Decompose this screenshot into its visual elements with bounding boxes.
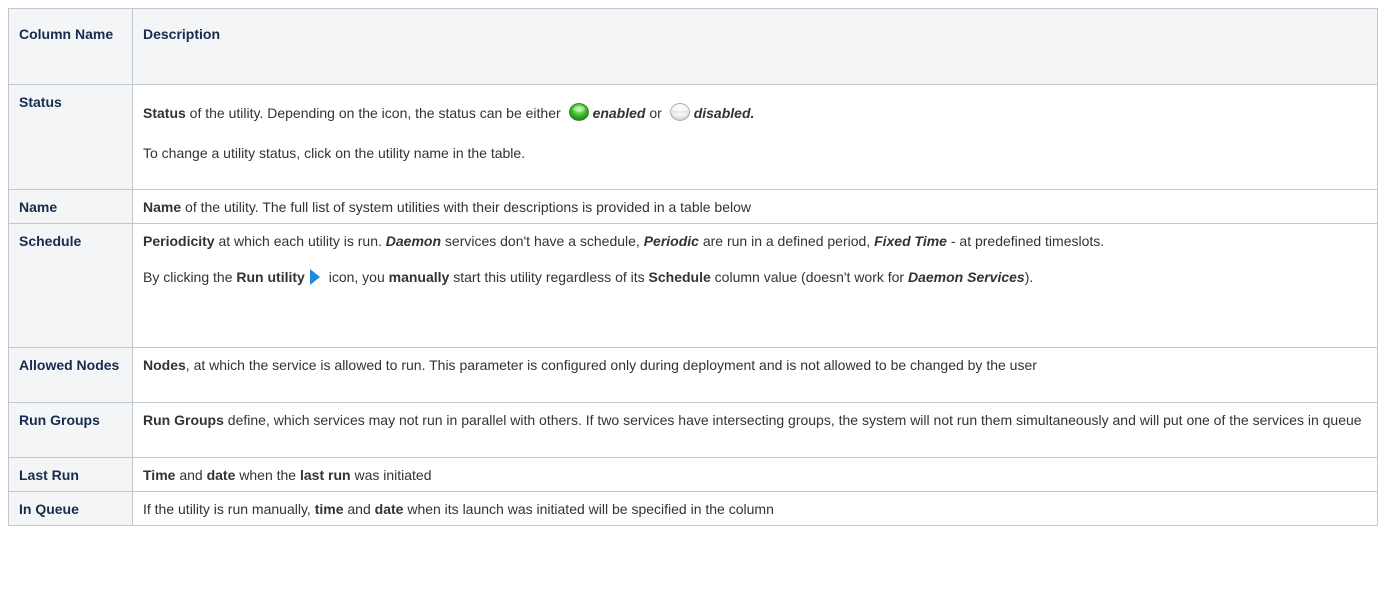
gray-dot-icon bbox=[669, 102, 690, 127]
table-row-allowed-nodes: Allowed Nodes Nodes, at which the servic… bbox=[8, 347, 1378, 403]
table-row-schedule: Schedule Periodicity at which each utili… bbox=[8, 223, 1378, 348]
enabled-label: enabled bbox=[592, 105, 646, 121]
table-header-row: Column Name Description bbox=[8, 8, 1378, 85]
disabled-label: disabled. bbox=[693, 105, 755, 121]
row-name-status: Status bbox=[8, 84, 133, 190]
play-icon bbox=[309, 268, 321, 291]
row-desc-schedule: Periodicity at which each utility is run… bbox=[132, 223, 1378, 348]
row-name-name: Name bbox=[8, 189, 133, 224]
table-row-status: Status Status of the utility. Depending … bbox=[8, 84, 1378, 190]
table-row-in-queue: In Queue If the utility is run manually,… bbox=[8, 491, 1378, 526]
row-desc-name: Name of the utility. The full list of sy… bbox=[132, 189, 1378, 224]
row-desc-allowed-nodes: Nodes, at which the service is allowed t… bbox=[132, 347, 1378, 403]
row-desc-run-groups: Run Groups define, which services may no… bbox=[132, 402, 1378, 458]
row-desc-last-run: Time and date when the last run was init… bbox=[132, 457, 1378, 492]
header-column-name: Column Name bbox=[8, 8, 133, 85]
row-desc-status: Status of the utility. Depending on the … bbox=[132, 84, 1378, 190]
row-name-run-groups: Run Groups bbox=[8, 402, 133, 458]
row-name-schedule: Schedule bbox=[8, 223, 133, 348]
row-desc-in-queue: If the utility is run manually, time and… bbox=[132, 491, 1378, 526]
green-dot-icon bbox=[568, 102, 589, 127]
columns-table: Column Name Description Status Status of… bbox=[8, 8, 1378, 526]
row-name-allowed-nodes: Allowed Nodes bbox=[8, 347, 133, 403]
status-note: To change a utility status, click on the… bbox=[143, 145, 526, 161]
row-name-last-run: Last Run bbox=[8, 457, 133, 492]
row-name-in-queue: In Queue bbox=[8, 491, 133, 526]
table-row-last-run: Last Run Time and date when the last run… bbox=[8, 457, 1378, 492]
table-row-run-groups: Run Groups Run Groups define, which serv… bbox=[8, 402, 1378, 458]
status-bold: Status bbox=[143, 105, 186, 121]
table-row-name: Name Name of the utility. The full list … bbox=[8, 189, 1378, 224]
header-description: Description bbox=[132, 8, 1378, 85]
